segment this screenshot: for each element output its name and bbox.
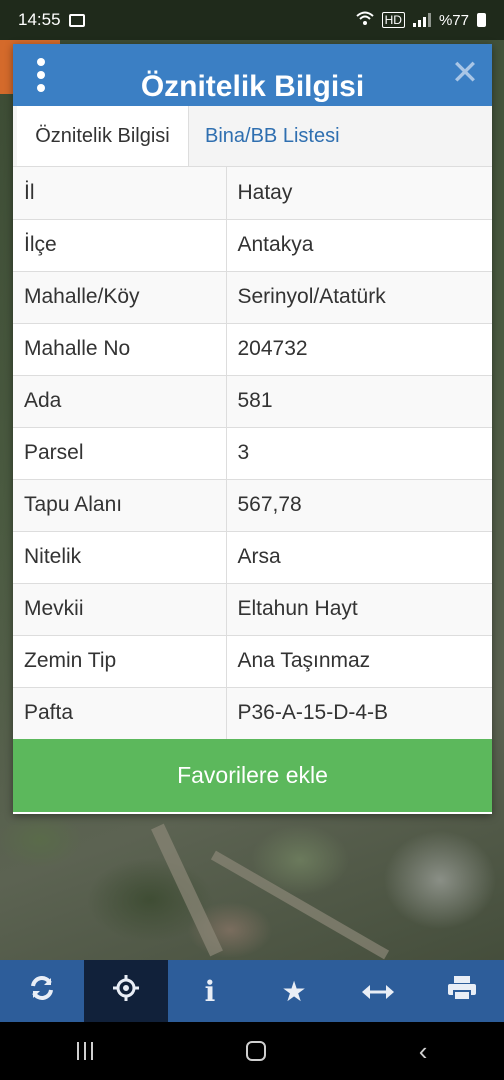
row-key: Zemin Tip xyxy=(13,635,227,688)
table-row: Pafta P36-A-15-D-4-B xyxy=(13,687,492,740)
tab-bar: Öznitelik Bilgisi Bina/BB Listesi xyxy=(13,106,492,167)
measure-button[interactable] xyxy=(336,960,420,1022)
info-icon: i xyxy=(204,974,216,1008)
close-icon[interactable]: ✕ xyxy=(450,56,480,90)
row-key: Pafta xyxy=(13,687,227,740)
locate-button[interactable] xyxy=(84,960,168,1022)
row-key: İlçe xyxy=(13,219,227,272)
row-key: Mahalle/Köy xyxy=(13,271,227,324)
print-button[interactable] xyxy=(420,960,504,1022)
system-nav-bar: ‹ xyxy=(0,1022,504,1080)
row-value: 204732 xyxy=(226,323,492,376)
table-row: İlçe Antakya xyxy=(13,219,492,272)
table-row: İl Hatay xyxy=(13,167,492,220)
favorites-button[interactable]: ★ xyxy=(252,960,336,1022)
signal-icon xyxy=(412,13,431,27)
info-button[interactable]: i xyxy=(168,960,252,1022)
bottom-toolbar: i ★ xyxy=(0,960,504,1022)
table-row: Zemin Tip Ana Taşınmaz xyxy=(13,635,492,688)
attribute-table: İl Hatay İlçe Antakya Mahalle/Köy Serinyol/… xyxy=(13,167,492,740)
row-key: Parsel xyxy=(13,427,227,480)
tab-building-list[interactable]: Bina/BB Listesi xyxy=(189,106,356,166)
dialog-header: Öznitelik Bilgisi ✕ xyxy=(13,44,492,106)
row-value: Antakya xyxy=(226,219,492,272)
home-icon[interactable] xyxy=(245,1041,266,1061)
row-value: 581 xyxy=(226,375,492,428)
wifi-icon xyxy=(355,11,374,29)
recent-apps-icon[interactable] xyxy=(76,1042,93,1060)
star-icon: ★ xyxy=(281,975,307,1007)
status-time: 14:55 xyxy=(18,10,61,29)
table-row: Mahalle No 204732 xyxy=(13,323,492,376)
refresh-icon xyxy=(28,974,56,1009)
table-row: Mevkii Eltahun Hayt xyxy=(13,583,492,636)
print-icon xyxy=(447,975,477,1008)
table-row: Ada 581 xyxy=(13,375,492,428)
row-key: Mevkii xyxy=(13,583,227,636)
volte-icon: HD xyxy=(381,12,405,28)
row-key: Tapu Alanı xyxy=(13,479,227,532)
refresh-button[interactable] xyxy=(0,960,84,1022)
back-icon[interactable]: ‹ xyxy=(419,1038,428,1064)
row-value: P36-A-15-D-4-B xyxy=(226,687,492,740)
table-row: Tapu Alanı 567,78 xyxy=(13,479,492,532)
gallery-icon xyxy=(68,13,85,27)
row-value: Arsa xyxy=(226,531,492,584)
status-bar: 14:55 HD %77 xyxy=(0,0,504,40)
measure-icon xyxy=(362,975,394,1007)
row-value: 3 xyxy=(226,427,492,480)
table-row: Mahalle/Köy Serinyol/Atatürk xyxy=(13,271,492,324)
row-value: 567,78 xyxy=(226,479,492,532)
battery-icon xyxy=(477,13,486,27)
tab-attributes[interactable]: Öznitelik Bilgisi xyxy=(17,106,189,166)
row-key: Nitelik xyxy=(13,531,227,584)
crosshair-icon xyxy=(112,974,140,1009)
row-value: Serinyol/Atatürk xyxy=(226,271,492,324)
table-row: Nitelik Arsa xyxy=(13,531,492,584)
row-key: İl xyxy=(13,167,227,220)
attribute-dialog: Öznitelik Bilgisi ✕ Öznitelik Bilgisi Bi… xyxy=(13,44,492,814)
row-key: Ada xyxy=(13,375,227,428)
add-favorite-button[interactable]: Favorilere ekle xyxy=(13,739,492,812)
row-value: Eltahun Hayt xyxy=(226,583,492,636)
row-key: Mahalle No xyxy=(13,323,227,376)
row-value: Ana Taşınmaz xyxy=(226,635,492,688)
row-value: Hatay xyxy=(226,167,492,220)
battery-text: %77 xyxy=(438,11,469,29)
dialog-title: Öznitelik Bilgisi xyxy=(140,70,365,103)
table-row: Parsel 3 xyxy=(13,427,492,480)
